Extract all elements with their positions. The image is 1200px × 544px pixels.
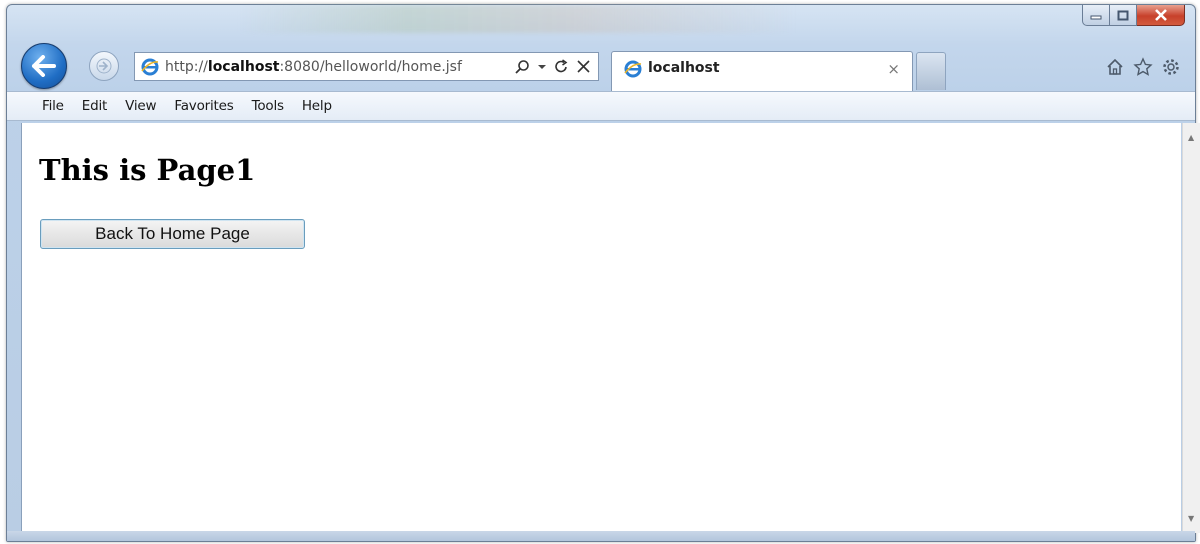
back-to-home-button[interactable]: Back To Home Page <box>40 219 305 249</box>
minimize-button[interactable] <box>1082 5 1110 26</box>
toolbar-icons <box>1105 57 1181 77</box>
tab-close-button[interactable]: × <box>887 60 900 78</box>
menu-favorites[interactable]: Favorites <box>165 98 242 114</box>
dropdown-icon[interactable] <box>538 64 546 70</box>
stop-icon[interactable] <box>577 60 590 73</box>
back-button[interactable] <box>21 43 67 89</box>
ie-logo-icon <box>624 60 642 78</box>
close-icon <box>1154 9 1167 21</box>
titlebar <box>237 5 797 33</box>
menu-view[interactable]: View <box>116 98 165 114</box>
ie-logo-icon <box>141 58 159 75</box>
scroll-up-icon[interactable]: ▲ <box>1188 133 1194 142</box>
settings-gear-icon[interactable] <box>1161 57 1181 77</box>
page-content: This is Page1 Back To Home Page <box>21 123 1181 533</box>
close-button[interactable] <box>1137 5 1185 26</box>
browser-window: http://localhost:8080/helloworld/home.js… <box>6 4 1200 542</box>
refresh-icon[interactable] <box>554 59 569 74</box>
search-icon[interactable] <box>514 59 530 75</box>
menu-help[interactable]: Help <box>293 98 341 114</box>
url-host: localhost <box>207 58 280 75</box>
menu-edit[interactable]: Edit <box>73 98 116 114</box>
url-path: :8080/helloworld/home.jsf <box>279 58 462 75</box>
vertical-scrollbar[interactable]: ▲ ▼ <box>1182 123 1200 533</box>
minimize-icon <box>1090 15 1102 20</box>
window-controls <box>1082 5 1185 26</box>
maximize-button[interactable] <box>1110 5 1137 26</box>
forward-button[interactable] <box>89 51 119 81</box>
address-bar[interactable]: http://localhost:8080/helloworld/home.js… <box>134 52 599 81</box>
page-heading: This is Page1 <box>39 153 256 187</box>
favorites-star-icon[interactable] <box>1133 57 1153 77</box>
menu-file[interactable]: File <box>33 98 73 114</box>
url-text[interactable]: http://localhost:8080/helloworld/home.js… <box>165 59 462 75</box>
back-arrow-icon <box>32 55 56 77</box>
home-icon[interactable] <box>1105 57 1125 77</box>
address-tools <box>514 59 598 75</box>
forward-arrow-icon <box>96 58 112 74</box>
menu-tools[interactable]: Tools <box>243 98 293 114</box>
menu-bar: File Edit View Favorites Tools Help <box>7 91 1195 121</box>
scroll-down-icon[interactable]: ▼ <box>1188 514 1194 523</box>
tab-localhost[interactable]: localhost × <box>611 51 913 91</box>
maximize-icon <box>1117 10 1129 20</box>
url-protocol: http:// <box>165 58 208 75</box>
tab-title: localhost <box>648 60 720 76</box>
new-tab-button[interactable] <box>916 52 946 90</box>
window-bottom-frame <box>7 531 1195 541</box>
